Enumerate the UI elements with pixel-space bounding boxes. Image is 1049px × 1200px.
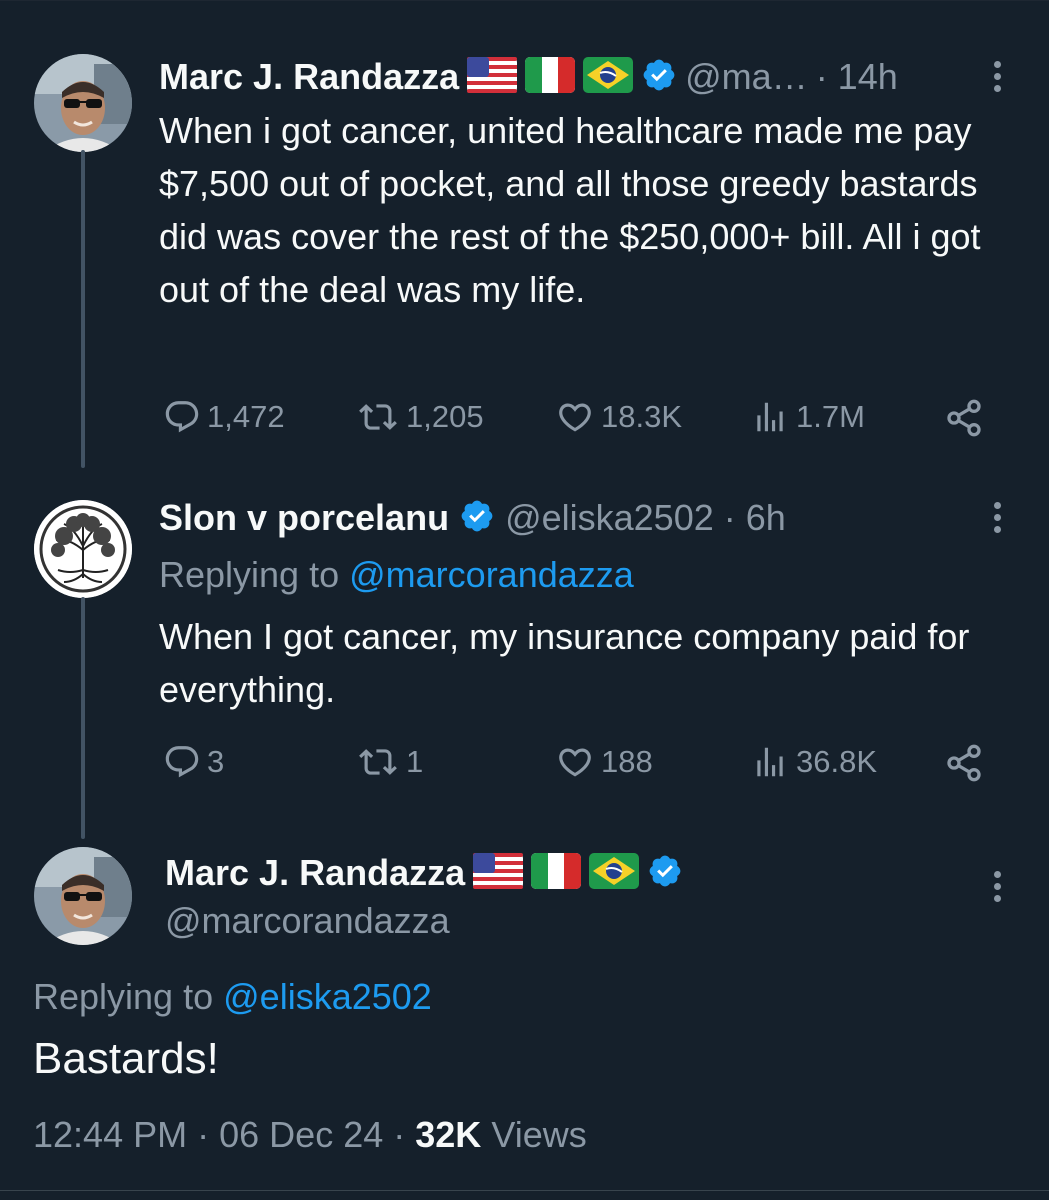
avatar-slon[interactable]	[34, 500, 132, 598]
tweet-time[interactable]: · 14h	[816, 56, 898, 98]
verified-icon[interactable]	[459, 498, 495, 539]
replying-to: Replying to @marcorandazza	[159, 554, 634, 596]
views-count: 32K	[415, 1114, 482, 1155]
repost-icon	[359, 404, 397, 430]
tweet-meta: 12:44 PM · 06 Dec 24 · 32K Views	[33, 1114, 587, 1156]
author-handle[interactable]: @marcorandazza	[165, 900, 450, 942]
thread-line	[81, 150, 85, 468]
flag-br-icon	[583, 56, 634, 98]
tweet-date[interactable]: 06 Dec 24	[219, 1114, 383, 1155]
repost-button[interactable]: 1	[356, 743, 423, 781]
like-count: 18.3K	[601, 399, 683, 434]
like-icon	[559, 403, 591, 432]
verified-icon[interactable]	[647, 853, 683, 894]
tweet-text: Bastards!	[33, 1034, 219, 1083]
author-handle[interactable]: @ma…	[685, 56, 808, 98]
reply-button[interactable]: 1,472	[163, 398, 285, 436]
like-button[interactable]: 188	[555, 743, 653, 781]
share-icon	[947, 399, 981, 437]
like-button[interactable]: 18.3K	[555, 398, 682, 436]
reply-icon	[165, 746, 199, 778]
reply-icon	[165, 401, 199, 433]
views-icon	[757, 402, 783, 432]
avatar-marc[interactable]	[34, 54, 132, 152]
repost-button[interactable]: 1,205	[356, 398, 484, 436]
reply-count: 1,472	[207, 399, 285, 434]
views-button[interactable]: 36.8K	[750, 743, 877, 781]
views-label: Views	[491, 1114, 587, 1155]
flag-br-icon	[589, 852, 640, 894]
replying-to-label: Replying to	[33, 976, 214, 1017]
flag-us-icon	[467, 56, 518, 98]
like-count: 188	[601, 744, 653, 779]
meta-separator: ·	[197, 1114, 210, 1155]
flag-it-icon	[525, 56, 576, 98]
share-button[interactable]	[944, 398, 990, 438]
more-icon[interactable]	[982, 866, 1012, 906]
tweet3-header: Marc J. Randazza	[165, 848, 683, 898]
views-icon	[757, 747, 783, 777]
share-icon	[947, 744, 981, 782]
reply-count: 3	[207, 744, 225, 779]
bottom-divider	[0, 1190, 1049, 1191]
tweet-text: When I got cancer, my insurance company …	[159, 616, 970, 710]
tweet2-header: Slon v porcelanu @eliska2502 · 6h	[159, 493, 786, 543]
top-divider	[0, 0, 1049, 1]
replying-to-label: Replying to	[159, 554, 340, 595]
author-name[interactable]: Marc J. Randazza	[165, 852, 465, 894]
flag-it-icon	[531, 852, 582, 894]
tweet1-header: Marc J. Randazza @ma… · 14h	[159, 52, 898, 102]
views-count: 36.8K	[796, 744, 878, 779]
tweet-time[interactable]: · 6h	[724, 497, 786, 539]
repost-count: 1,205	[406, 399, 484, 434]
more-icon[interactable]	[982, 497, 1012, 537]
meta-separator: ·	[393, 1114, 406, 1155]
more-icon[interactable]	[982, 56, 1012, 96]
repost-count: 1	[406, 744, 424, 779]
author-name[interactable]: Slon v porcelanu	[159, 497, 449, 539]
tweet-text: When i got cancer, united healthcare mad…	[159, 110, 981, 310]
replying-to-handle[interactable]: @marcorandazza	[349, 554, 634, 595]
author-name[interactable]: Marc J. Randazza	[159, 56, 459, 98]
author-handle[interactable]: @eliska2502	[505, 497, 714, 539]
replying-to: Replying to @eliska2502	[33, 976, 432, 1018]
replying-to-handle[interactable]: @eliska2502	[223, 976, 432, 1017]
views-count: 1.7M	[796, 399, 865, 434]
repost-icon	[359, 749, 397, 775]
like-icon	[559, 748, 591, 777]
flag-us-icon	[473, 852, 524, 894]
reply-button[interactable]: 3	[163, 743, 224, 781]
views-button[interactable]: 1.7M	[750, 398, 865, 436]
share-button[interactable]	[944, 743, 990, 783]
thread-line	[81, 597, 85, 839]
avatar-marc[interactable]	[34, 847, 132, 945]
verified-icon[interactable]	[641, 57, 677, 98]
tweet-time[interactable]: 12:44 PM	[33, 1114, 187, 1155]
